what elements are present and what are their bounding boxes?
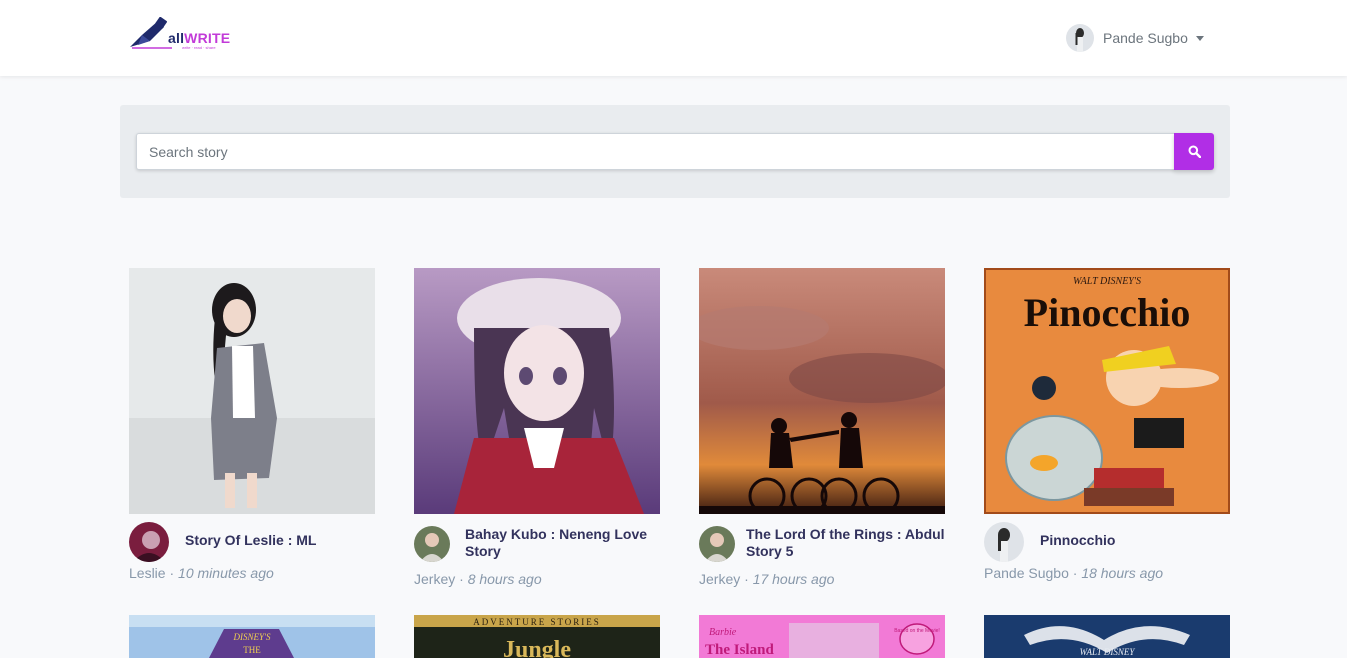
post-time: 10 minutes ago bbox=[178, 565, 274, 581]
story-byline: Jerkey · 17 hours ago bbox=[699, 571, 835, 587]
cover-brand-text: ADVENTURE STORIES bbox=[473, 617, 601, 627]
cover-brand-text: DISNEY'S bbox=[233, 632, 271, 642]
author-avatar bbox=[414, 526, 450, 562]
story-title[interactable]: Bahay Kubo : Neneng Love Story bbox=[465, 526, 665, 560]
cover-brand-text: Barbie bbox=[709, 627, 737, 638]
brand-logo[interactable]: allWRITE write · read · share bbox=[128, 17, 240, 53]
post-time: 18 hours ago bbox=[1081, 565, 1164, 581]
author-avatar bbox=[984, 522, 1024, 562]
cover-brand-text: WALT DISNEY bbox=[1080, 647, 1136, 657]
search-button[interactable] bbox=[1174, 133, 1214, 170]
story-card-partial[interactable]: Barbie The Island Based on the Movie! bbox=[699, 615, 945, 658]
story-cover-image[interactable] bbox=[414, 268, 660, 514]
cover-title-text: THE bbox=[243, 645, 261, 655]
story-card-partial[interactable]: WALT DISNEY bbox=[984, 615, 1230, 658]
story-byline: Jerkey · 8 hours ago bbox=[414, 571, 542, 587]
story-byline: Pande Sugbo · 18 hours ago bbox=[984, 565, 1164, 581]
story-title[interactable]: Pinnocchio bbox=[1040, 532, 1240, 549]
author-name[interactable]: Leslie bbox=[129, 565, 166, 581]
cover-brand-text: WALT DISNEY'S bbox=[1073, 276, 1141, 287]
search-input[interactable] bbox=[136, 133, 1175, 170]
author-name[interactable]: Jerkey bbox=[699, 571, 740, 587]
author-name[interactable]: Jerkey bbox=[414, 571, 455, 587]
search-panel bbox=[120, 105, 1230, 198]
cover-title-text: Jungle bbox=[503, 637, 571, 658]
top-navbar: allWRITE write · read · share Pande Sugb… bbox=[0, 0, 1347, 76]
author-avatar bbox=[699, 526, 735, 562]
brand-name: allWRITE bbox=[168, 30, 231, 46]
post-time: 17 hours ago bbox=[752, 571, 835, 587]
user-avatar bbox=[1066, 24, 1094, 52]
user-menu-dropdown[interactable]: Pande Sugbo bbox=[1066, 23, 1204, 53]
search-icon bbox=[1188, 145, 1201, 158]
post-time: 8 hours ago bbox=[467, 571, 542, 587]
story-cover-image[interactable] bbox=[129, 268, 375, 514]
brand-tagline: write · read · share bbox=[182, 45, 216, 50]
story-card-partial[interactable]: ADVENTURE STORIES Jungle bbox=[414, 615, 660, 658]
story-byline: Leslie · 10 minutes ago bbox=[129, 565, 274, 581]
story-title[interactable]: The Lord Of the Rings : Abdul Story 5 bbox=[746, 526, 946, 560]
story-cover-image[interactable] bbox=[699, 268, 945, 514]
story-card-partial[interactable]: DISNEY'S THE bbox=[129, 615, 375, 658]
cover-title-text: Pinocchio bbox=[1024, 290, 1191, 335]
chevron-down-icon bbox=[1195, 35, 1204, 41]
author-avatar bbox=[129, 522, 169, 562]
story-cover-image[interactable]: WALT DISNEY'S Pinocchio bbox=[984, 268, 1230, 514]
author-name[interactable]: Pande Sugbo bbox=[984, 565, 1069, 581]
cover-badge-text: Based on the Movie! bbox=[894, 628, 940, 634]
story-title[interactable]: Story Of Leslie : ML bbox=[185, 532, 385, 549]
cover-title-text: The Island bbox=[705, 642, 774, 658]
user-name: Pande Sugbo bbox=[1103, 30, 1188, 46]
